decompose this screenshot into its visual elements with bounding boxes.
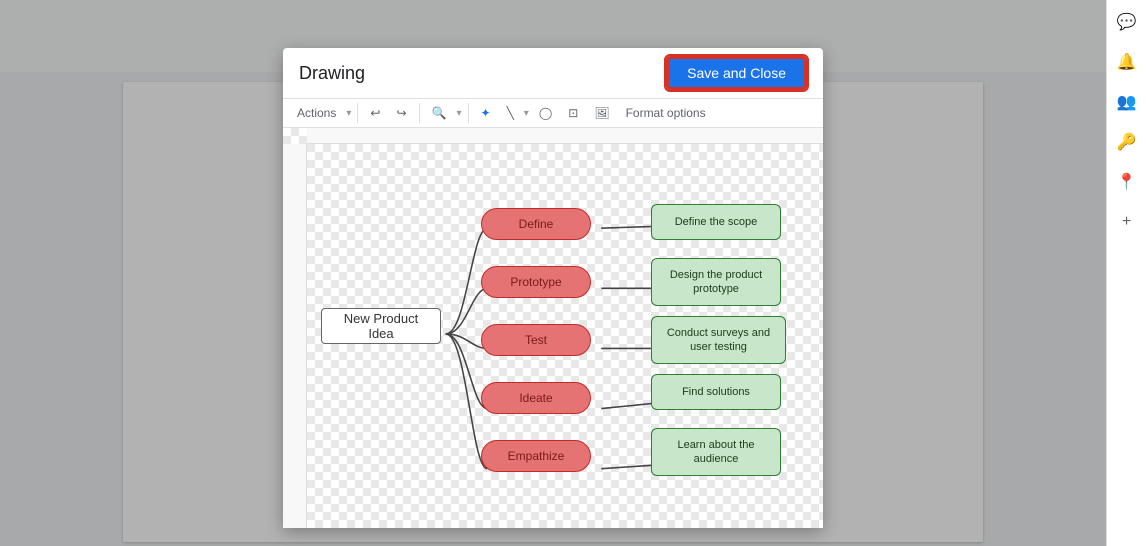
ruler-top xyxy=(307,128,823,144)
line-chevron: ▾ xyxy=(524,108,529,119)
zoom-chevron: ▾ xyxy=(456,108,461,119)
drawing-toolbar: Actions ▾ ↩ ↪ 🔍 ▾ ✦ ╲ ▾ ◯ ⊡ 🖼 Format opt… xyxy=(283,99,823,128)
mindmap-container: New Product Idea Define Prototype Test I… xyxy=(311,148,819,524)
sidebar-add-icon[interactable]: + xyxy=(1115,210,1139,234)
ruler-left xyxy=(283,144,307,528)
format-options-btn[interactable]: Format options xyxy=(620,104,712,122)
shape-tool[interactable]: ◯ xyxy=(533,104,558,122)
image-tool[interactable]: 🖼 xyxy=(588,104,615,122)
node-test[interactable]: Test xyxy=(481,324,591,356)
toolbar-sep-3 xyxy=(468,103,469,123)
node-empathize[interactable]: Empathize xyxy=(481,440,591,472)
redo-draw-button[interactable]: ↪ xyxy=(390,104,412,122)
toolbar-sep-1 xyxy=(357,103,358,123)
sidebar-bell-icon[interactable]: 🔔 xyxy=(1115,50,1139,74)
actions-menu[interactable]: Actions xyxy=(291,104,342,122)
undo-draw-button[interactable]: ↩ xyxy=(364,104,386,122)
actions-chevron: ▾ xyxy=(346,108,351,119)
modal-header: Drawing Save and Close xyxy=(283,48,823,99)
node-learn-audience[interactable]: Learn about the audience xyxy=(651,428,781,476)
node-conduct-surveys[interactable]: Conduct surveys and user testing xyxy=(651,316,786,364)
save-close-button[interactable]: Save and Close xyxy=(666,56,807,90)
drawing-canvas[interactable]: New Product Idea Define Prototype Test I… xyxy=(283,128,823,528)
modal-overlay: Drawing Save and Close Actions ▾ ↩ ↪ 🔍 ▾… xyxy=(0,0,1106,546)
node-design-prototype[interactable]: Design the product prototype xyxy=(651,258,781,306)
node-ideate[interactable]: Ideate xyxy=(481,382,591,414)
center-node[interactable]: New Product Idea xyxy=(321,308,441,344)
right-sidebar: 💬 🔔 👥 🔑 📍 + xyxy=(1106,0,1146,546)
node-define[interactable]: Define xyxy=(481,208,591,240)
zoom-draw-button[interactable]: 🔍 xyxy=(426,104,453,122)
modal-title: Drawing xyxy=(299,63,365,84)
line-tool[interactable]: ╲ xyxy=(501,104,520,122)
toolbar-sep-2 xyxy=(419,103,420,123)
node-prototype[interactable]: Prototype xyxy=(481,266,591,298)
node-define-scope[interactable]: Define the scope xyxy=(651,204,781,240)
textbox-tool[interactable]: ⊡ xyxy=(562,104,584,122)
sidebar-people-icon[interactable]: 👥 xyxy=(1115,90,1139,114)
sidebar-key-icon[interactable]: 🔑 xyxy=(1115,130,1139,154)
select-tool[interactable]: ✦ xyxy=(475,104,497,122)
sidebar-location-icon[interactable]: 📍 xyxy=(1115,170,1139,194)
drawing-modal: Drawing Save and Close Actions ▾ ↩ ↪ 🔍 ▾… xyxy=(283,48,823,528)
node-find-solutions[interactable]: Find solutions xyxy=(651,374,781,410)
sidebar-chat-icon[interactable]: 💬 xyxy=(1115,10,1139,34)
